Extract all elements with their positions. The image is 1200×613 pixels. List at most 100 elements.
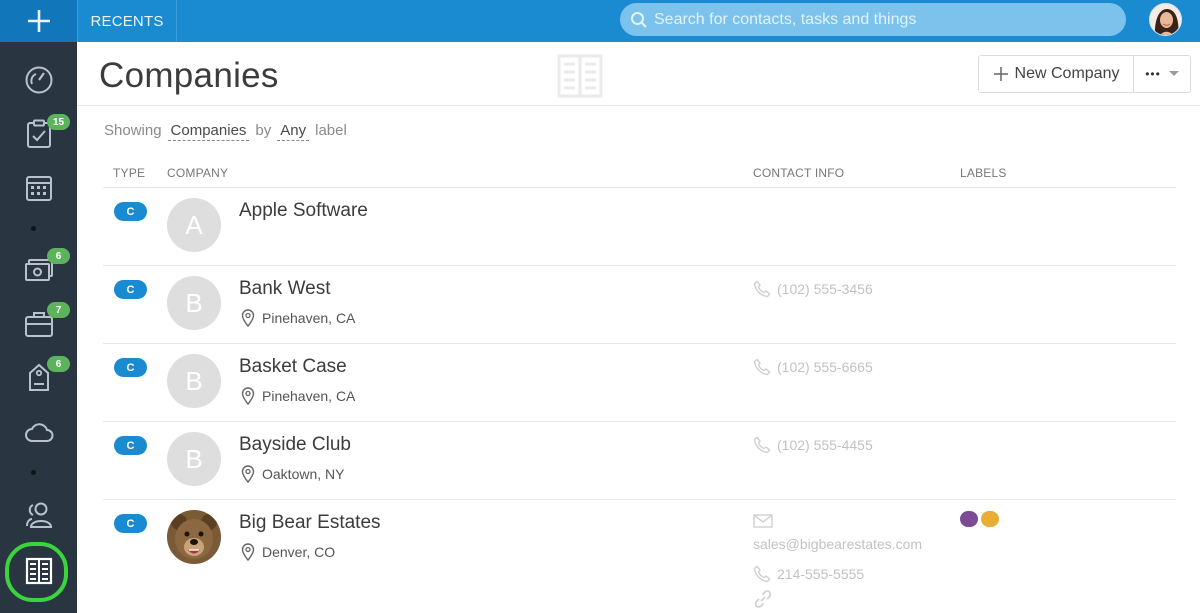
filter-showing-text: Showing	[104, 122, 162, 139]
phone-text: 214-555-5555	[777, 566, 865, 582]
contact-phone[interactable]: (102) 555-3456	[753, 280, 873, 298]
column-header-labels[interactable]: LABELS	[960, 166, 1007, 180]
entity-filter-dropdown[interactable]: Companies	[167, 122, 250, 141]
page-header: Companies New Company •••	[77, 42, 1200, 106]
map-pin-icon	[241, 465, 255, 483]
company-avatar: A	[167, 198, 221, 252]
type-badge: C	[114, 280, 147, 299]
sidebar-item-calendar[interactable]	[0, 161, 77, 215]
company-name[interactable]: Apple Software	[239, 200, 368, 222]
sidebar-item-companies[interactable]	[0, 544, 77, 598]
label-purple[interactable]	[960, 511, 978, 527]
location-text: Oaktown, NY	[262, 466, 345, 482]
sidebar-item-dashboard[interactable]	[0, 53, 77, 107]
main-content: Companies New Company ••• Showing Compan…	[77, 42, 1200, 613]
company-location: Denver, CO	[241, 543, 335, 561]
tasks-badge: 15	[47, 114, 70, 130]
map-pin-icon	[241, 309, 255, 327]
company-location: Pinehaven, CA	[241, 309, 355, 327]
search-icon	[631, 11, 647, 28]
location-text: Denver, CO	[262, 544, 336, 560]
label-yellow[interactable]	[981, 511, 999, 527]
type-badge: C	[114, 436, 147, 455]
type-badge: C	[114, 514, 147, 533]
contact-phone[interactable]: 214-555-5555	[753, 560, 922, 588]
link-icon	[754, 590, 772, 608]
mail-icon	[753, 514, 773, 528]
map-pin-icon	[241, 543, 255, 561]
phone-icon	[753, 565, 771, 583]
page-title: Companies	[99, 56, 279, 95]
search-bar[interactable]	[620, 3, 1126, 36]
projects-badge: 7	[47, 302, 70, 318]
sidebar-item-people[interactable]	[0, 488, 77, 542]
phone-text: (102) 555-4455	[777, 437, 873, 453]
phone-text: (102) 555-3456	[777, 281, 873, 297]
location-text: Pinehaven, CA	[262, 388, 356, 404]
cloud-icon	[24, 423, 53, 442]
contact-phone[interactable]: (102) 555-4455	[753, 436, 873, 454]
gauge-icon	[25, 66, 52, 94]
label-filter-dropdown[interactable]: Any	[277, 122, 310, 141]
phone-text: (102) 555-6665	[777, 359, 873, 375]
chevron-down-icon	[1168, 71, 1179, 76]
type-badge: C	[114, 358, 147, 377]
labels-group	[960, 511, 999, 527]
phone-icon	[753, 436, 771, 454]
sidebar-item-cloud[interactable]	[0, 405, 77, 459]
contact-email[interactable]: sales@bigbearestates.com	[753, 536, 922, 560]
recents-button[interactable]: RECENTS	[77, 0, 177, 42]
building-watermark-icon	[557, 54, 603, 98]
sidebar-divider-dot	[31, 470, 36, 475]
table-row[interactable]: C B Bank West Pinehaven, CA (102) 555-34…	[103, 266, 1176, 344]
column-header-type[interactable]: TYPE	[113, 166, 145, 180]
company-avatar: B	[167, 276, 221, 330]
search-input[interactable]	[654, 10, 1114, 29]
table-row[interactable]: C A Apple Software	[103, 188, 1176, 266]
table-row[interactable]: C Big Bear Estates Denver, CO sales@bigb…	[103, 500, 1176, 613]
top-bar: RECENTS	[0, 0, 1200, 42]
calendar-icon	[25, 176, 52, 201]
building-icon	[25, 557, 52, 585]
company-name[interactable]: Bank West	[239, 278, 331, 300]
contact-phone[interactable]: (102) 555-6665	[753, 358, 873, 376]
sidebar-divider-dot	[31, 226, 36, 231]
plus-icon	[27, 10, 50, 32]
company-name[interactable]: Bayside Club	[239, 434, 351, 456]
location-text: Pinehaven, CA	[262, 310, 356, 326]
cases-badge: 6	[47, 356, 70, 372]
phone-icon	[753, 358, 771, 376]
contact-email-icon-row[interactable]	[753, 514, 922, 536]
company-location: Oaktown, NY	[241, 465, 344, 483]
people-icon	[25, 502, 52, 528]
company-avatar: B	[167, 354, 221, 408]
more-dots-icon: •••	[1145, 67, 1161, 81]
filter-label-text: label	[315, 122, 347, 139]
sidebar: 15 6 7 6	[0, 42, 77, 613]
add-button[interactable]	[0, 0, 77, 42]
table-row[interactable]: C B Bayside Club Oaktown, NY (102) 555-4…	[103, 422, 1176, 500]
column-header-contact[interactable]: CONTACT INFO	[753, 166, 844, 180]
company-avatar: B	[167, 432, 221, 486]
filter-bar: Showing Companies by Any label	[104, 122, 347, 141]
filter-by-text: by	[255, 122, 272, 139]
user-photo-icon	[1150, 4, 1181, 35]
new-company-button[interactable]: New Company	[978, 55, 1134, 93]
plus-icon	[993, 67, 1008, 81]
more-actions-button[interactable]: •••	[1134, 55, 1191, 93]
new-company-label: New Company	[1014, 65, 1120, 82]
opportunities-badge: 6	[47, 248, 70, 264]
company-name[interactable]: Big Bear Estates	[239, 512, 381, 534]
company-location: Pinehaven, CA	[241, 387, 355, 405]
contact-info-stack: sales@bigbearestates.com 214-555-5555	[753, 514, 922, 610]
map-pin-icon	[241, 387, 255, 405]
company-name[interactable]: Basket Case	[239, 356, 347, 378]
user-avatar[interactable]	[1149, 3, 1182, 36]
contact-website[interactable]	[753, 588, 922, 610]
type-badge: C	[114, 202, 147, 221]
column-header-company[interactable]: COMPANY	[167, 166, 228, 180]
phone-icon	[753, 280, 771, 298]
table-row[interactable]: C B Basket Case Pinehaven, CA (102) 555-…	[103, 344, 1176, 422]
company-avatar	[167, 510, 221, 564]
bear-photo-icon	[167, 510, 221, 564]
